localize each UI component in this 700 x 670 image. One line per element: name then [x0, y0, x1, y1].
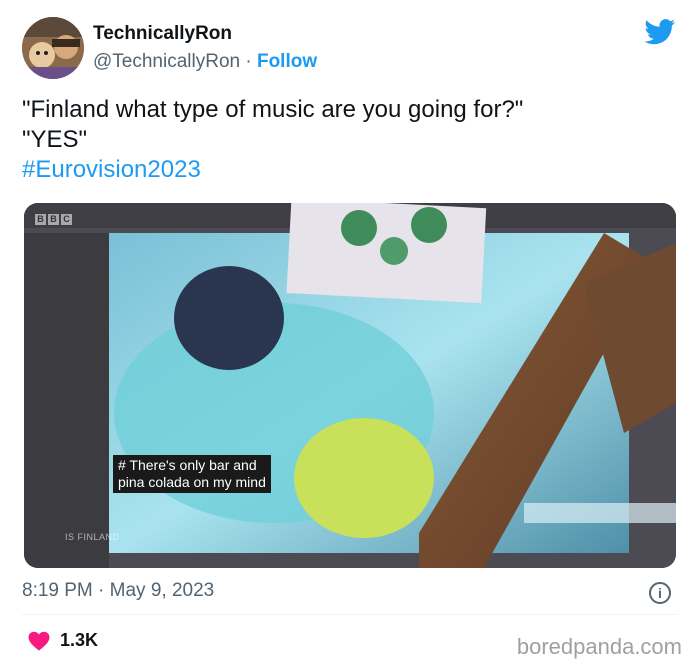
like-count: 1.3K: [60, 630, 99, 650]
watermark: boredpanda.com: [516, 634, 682, 659]
logo-letter: B: [48, 214, 59, 225]
tweet-text: "Finland what type of music are you goin…: [22, 95, 523, 185]
lower-third-text: IS FINLAND: [65, 532, 120, 542]
channel-logo: B B C: [35, 214, 72, 225]
logo-letter: C: [61, 214, 72, 225]
video-still[interactable]: [24, 203, 676, 568]
author-handle[interactable]: @TechnicallyRon: [93, 51, 240, 72]
author-handle-row: @TechnicallyRon · Follow: [93, 51, 317, 73]
tweet-line-1: "Finland what type of music are you goin…: [22, 96, 524, 123]
subtitle-line-1: # There's only bar and: [118, 457, 266, 474]
tweet-line-2: "YES": [22, 126, 88, 153]
timestamp[interactable]: 8:19 PM · May 9, 2023: [22, 580, 214, 602]
divider: [22, 614, 678, 615]
subtitle-line-2: pina colada on my mind: [118, 474, 266, 491]
heart-icon: [28, 631, 50, 651]
video-subtitle: # There's only bar and pina colada on my…: [113, 455, 271, 493]
tweet-card: TechnicallyRon @TechnicallyRon · Follow …: [0, 0, 700, 670]
logo-letter: B: [35, 214, 46, 225]
avatar[interactable]: [22, 17, 84, 79]
separator-dot: ·: [240, 51, 257, 72]
follow-button[interactable]: Follow: [257, 51, 317, 72]
hashtag-link[interactable]: #Eurovision2023: [22, 155, 523, 185]
twitter-bird-icon[interactable]: [644, 19, 676, 45]
author-name[interactable]: TechnicallyRon: [93, 23, 232, 45]
like-button[interactable]: 1.3K: [28, 630, 98, 651]
info-icon[interactable]: i: [649, 582, 671, 604]
